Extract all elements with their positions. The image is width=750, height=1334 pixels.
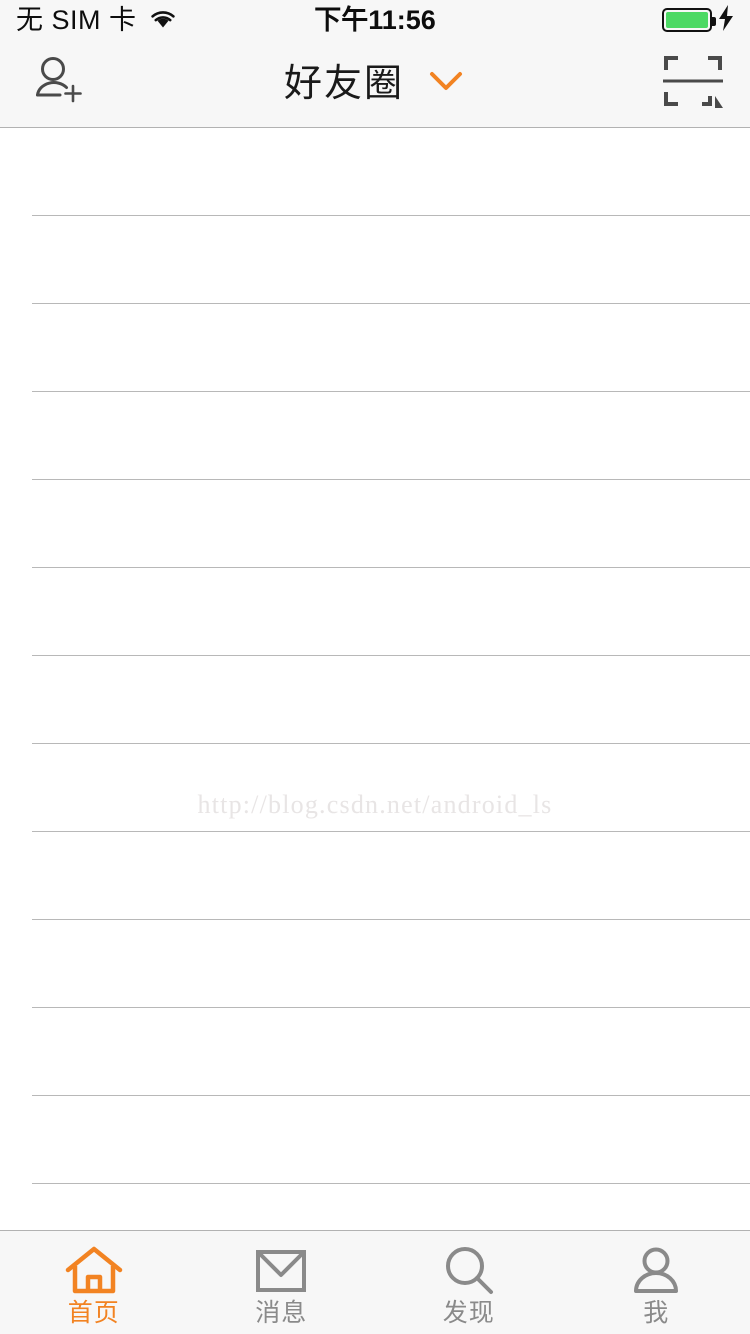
tab-item-home[interactable]: 首页 [0,1231,188,1334]
tab-item-person[interactable]: 我 [563,1231,750,1334]
list-item[interactable] [0,744,750,832]
status-bar-left: 无 SIM 卡 [16,6,178,35]
list-item[interactable] [0,216,750,304]
list-item[interactable] [0,920,750,1008]
person-icon [630,1245,682,1297]
home-icon [65,1245,123,1297]
list-item[interactable] [0,656,750,744]
list-item[interactable] [0,568,750,656]
tab-item-search[interactable]: 发现 [375,1231,563,1334]
add-friend-button[interactable] [22,49,92,119]
battery-fill [666,12,708,28]
add-person-icon [29,53,85,114]
lightning-bolt-icon [718,4,734,36]
list-item[interactable] [0,1008,750,1096]
chevron-down-icon[interactable] [426,68,466,99]
nav-bar: 好友圈 [0,40,750,128]
list-item[interactable] [0,128,750,216]
wifi-icon [148,8,178,35]
tab-label: 首页 [67,1299,120,1327]
status-bar: 无 SIM 卡 下午11:56 [0,0,750,40]
battery-full-icon [662,8,716,32]
scan-button[interactable] [658,49,728,119]
status-bar-right [662,4,734,36]
carrier-label: 无 SIM 卡 [16,4,137,35]
envelope-icon [255,1245,307,1297]
feed-list[interactable] [0,128,750,1230]
nav-title-group: 好友圈 [0,40,750,127]
list-item[interactable] [0,392,750,480]
tab-bar: 首页 消息 发现 我 [0,1230,750,1334]
tab-label: 消息 [255,1299,308,1327]
tab-item-envelope[interactable]: 消息 [188,1231,376,1334]
search-icon [442,1245,496,1297]
app-root: 无 SIM 卡 下午11:56 好友圈 http://blog.csdn.net… [0,0,750,1334]
list-item[interactable] [0,304,750,392]
qr-scan-icon [662,52,724,115]
tab-label: 我 [643,1299,670,1327]
content-area: http://blog.csdn.net/android_ls [0,128,750,1230]
list-item[interactable] [0,480,750,568]
page-title: 好友圈 [283,62,404,105]
list-item[interactable] [0,1096,750,1184]
tab-label: 发现 [442,1299,495,1327]
list-item[interactable] [0,832,750,920]
